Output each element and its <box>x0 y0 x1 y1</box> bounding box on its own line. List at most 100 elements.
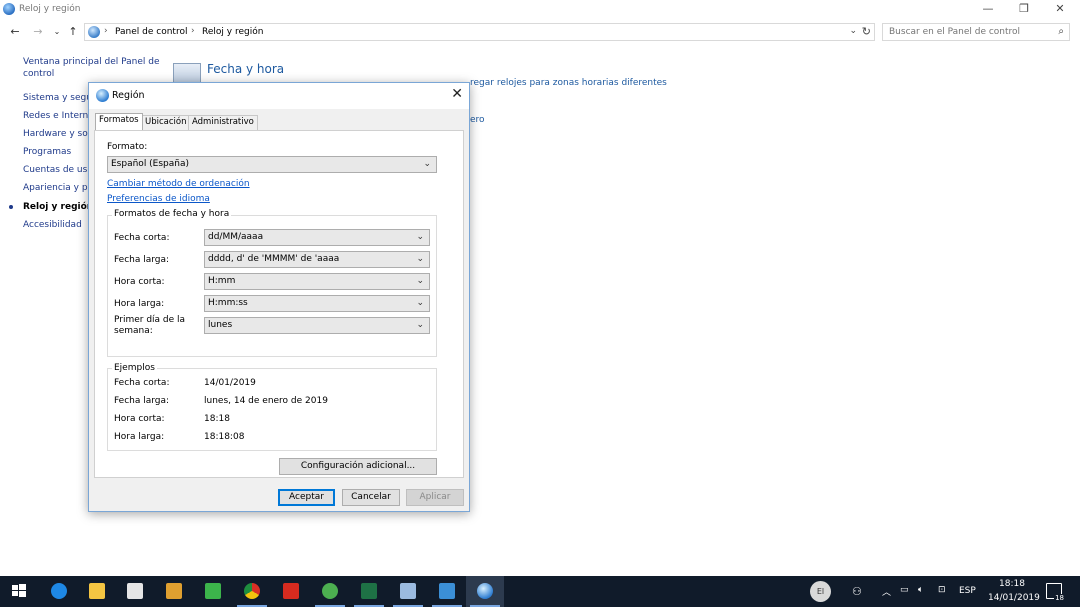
hora-corta-select[interactable]: H:mm ⌄ <box>204 273 430 290</box>
chevron-down-icon: ⌄ <box>423 159 431 169</box>
fecha-corta-select[interactable]: dd/MM/aaaa ⌄ <box>204 229 430 246</box>
sidebar-item-programs[interactable]: Programas <box>23 147 71 157</box>
media-player-icon <box>166 583 182 599</box>
hora-larga-value: H:mm:ss <box>208 298 248 308</box>
notification-center-button[interactable]: 18 <box>1046 583 1065 602</box>
sidebar-item-home-line2[interactable]: control <box>23 69 54 79</box>
fecha-corta-value: dd/MM/aaaa <box>208 232 264 242</box>
battery-icon[interactable]: ▭ <box>900 585 909 595</box>
ex-hora-corta-value: 18:18 <box>204 414 230 424</box>
control-panel-icon <box>88 26 100 38</box>
taskbar-media[interactable] <box>155 576 193 607</box>
chevron-down-icon: ⌄ <box>416 276 424 286</box>
clock-region-icon <box>3 3 15 15</box>
additional-settings-button[interactable]: Configuración adicional... <box>279 458 437 475</box>
ex-fecha-larga-label: Fecha larga: <box>114 396 170 406</box>
language-indicator[interactable]: ESP <box>959 586 976 596</box>
chevron-down-icon[interactable]: ⌄ <box>849 26 857 36</box>
taskbar-edge[interactable] <box>40 576 78 607</box>
maximize-button[interactable]: ❐ <box>1006 0 1042 19</box>
taskbar-file-explorer[interactable] <box>78 576 116 607</box>
hora-larga-select[interactable]: H:mm:ss ⌄ <box>204 295 430 312</box>
breadcrumb-reloj-y-region[interactable]: Reloj y región <box>202 27 263 37</box>
formats-group-title: Formatos de fecha y hora <box>112 209 232 219</box>
back-button[interactable]: ← <box>7 24 23 40</box>
dialog-close-button[interactable]: ✕ <box>451 86 463 102</box>
apply-button[interactable]: Aplicar <box>406 489 464 506</box>
stocks-icon <box>205 583 221 599</box>
network-icon[interactable]: ⊡ <box>938 585 946 595</box>
sidebar-item-accessibility[interactable]: Accesibilidad <box>23 220 82 230</box>
cancel-button[interactable]: Cancelar <box>342 489 400 506</box>
remote-desktop-icon <box>439 583 455 599</box>
tab-administrativo[interactable]: Administrativo <box>188 115 258 130</box>
ok-button[interactable]: Aceptar <box>278 489 335 506</box>
ex-fecha-larga-value: lunes, 14 de enero de 2019 <box>204 396 328 406</box>
primer-dia-select[interactable]: lunes ⌄ <box>204 317 430 334</box>
formato-select[interactable]: Español (España) ⌄ <box>107 156 437 173</box>
chevron-down-icon: ⌄ <box>416 298 424 308</box>
taskbar-chrome[interactable] <box>233 576 271 607</box>
window-title: Reloj y región <box>19 4 81 14</box>
chevron-up-icon[interactable]: ︿ <box>882 585 891 598</box>
store-icon <box>127 583 143 599</box>
formatos-panel: Formato: Español (España) ⌄ Cambiar méto… <box>94 130 464 478</box>
clock-time[interactable]: 18:18 <box>999 579 1025 589</box>
close-button[interactable]: ✕ <box>1042 0 1078 19</box>
formato-value: Español (España) <box>111 159 190 169</box>
search-icon[interactable]: ⌕ <box>1058 26 1064 37</box>
sidebar-item-clock-region[interactable]: Reloj y región <box>23 202 93 212</box>
section-title[interactable]: Fecha y hora <box>207 62 284 76</box>
taskbar-store[interactable] <box>116 576 154 607</box>
people-icon[interactable]: ⚇ <box>852 585 862 598</box>
user-avatar-tray[interactable]: El <box>810 576 832 607</box>
window-titlebar: Reloj y región — ❐ ✕ <box>0 0 1080 19</box>
address-box[interactable]: › Panel de control › Reloj y región ⌄ ↻ <box>84 23 875 41</box>
sidebar-item-system-security[interactable]: Sistema y segur <box>23 93 96 103</box>
windows-logo-icon <box>12 584 26 597</box>
primer-dia-label: Primer día de la <box>114 315 186 325</box>
taskbar-task-manager[interactable] <box>389 576 427 607</box>
refresh-icon[interactable]: ↻ <box>862 25 871 38</box>
region-link-fragment[interactable]: ero <box>470 115 485 125</box>
sidebar-item-network[interactable]: Redes e Internet <box>23 111 97 121</box>
tab-ubicacion[interactable]: Ubicación <box>141 115 191 130</box>
breadcrumb-panel-de-control[interactable]: Panel de control <box>115 27 187 37</box>
breadcrumb-separator: › <box>191 26 195 36</box>
change-sort-link[interactable]: Cambiar método de ordenación <box>107 179 250 189</box>
notification-count-badge: 18 <box>1054 594 1065 602</box>
sidebar-item-home[interactable]: Ventana principal del Panel de <box>23 57 159 67</box>
forward-button[interactable]: → <box>30 24 46 40</box>
search-input[interactable] <box>889 27 1049 37</box>
taskbar-utorrent[interactable] <box>311 576 349 607</box>
fecha-larga-select[interactable]: dddd, d' de 'MMMM' de 'aaaa ⌄ <box>204 251 430 268</box>
taskbar-remote[interactable] <box>428 576 466 607</box>
fecha-corta-label: Fecha corta: <box>114 233 170 243</box>
ex-hora-corta-label: Hora corta: <box>114 414 165 424</box>
minimize-button[interactable]: — <box>970 0 1006 19</box>
hora-corta-value: H:mm <box>208 276 236 286</box>
sidebar-item-appearance[interactable]: Apariencia y pe <box>23 183 93 193</box>
dialog-titlebar: Región ✕ <box>89 83 469 109</box>
add-clocks-link[interactable]: regar relojes para zonas horarias difere… <box>470 78 667 88</box>
region-dialog: Región ✕ Formatos Ubicación Administrati… <box>88 82 470 512</box>
active-item-bullet <box>9 205 13 209</box>
recent-locations-button[interactable]: ⌄ <box>49 24 65 40</box>
primer-dia-value: lunes <box>208 320 233 330</box>
chevron-down-icon: ⌄ <box>416 320 424 330</box>
hora-larga-label: Hora larga: <box>114 299 165 309</box>
taskbar-control-panel[interactable] <box>466 576 504 607</box>
sidebar-item-accounts[interactable]: Cuentas de usu <box>23 165 93 175</box>
sidebar-item-hardware[interactable]: Hardware y son <box>23 129 93 139</box>
volume-icon[interactable]: 🔈︎ <box>918 585 923 595</box>
clock-date[interactable]: 14/01/2019 <box>988 593 1040 603</box>
taskbar-acrobat[interactable] <box>272 576 310 607</box>
tab-formatos[interactable]: Formatos <box>95 113 143 130</box>
start-button[interactable] <box>0 576 38 607</box>
language-prefs-link[interactable]: Preferencias de idioma <box>107 194 210 204</box>
taskbar-excel[interactable] <box>350 576 388 607</box>
hora-corta-label: Hora corta: <box>114 277 165 287</box>
up-button[interactable]: ↑ <box>65 24 81 40</box>
taskbar-stocks[interactable] <box>194 576 232 607</box>
ex-fecha-corta-label: Fecha corta: <box>114 378 170 388</box>
